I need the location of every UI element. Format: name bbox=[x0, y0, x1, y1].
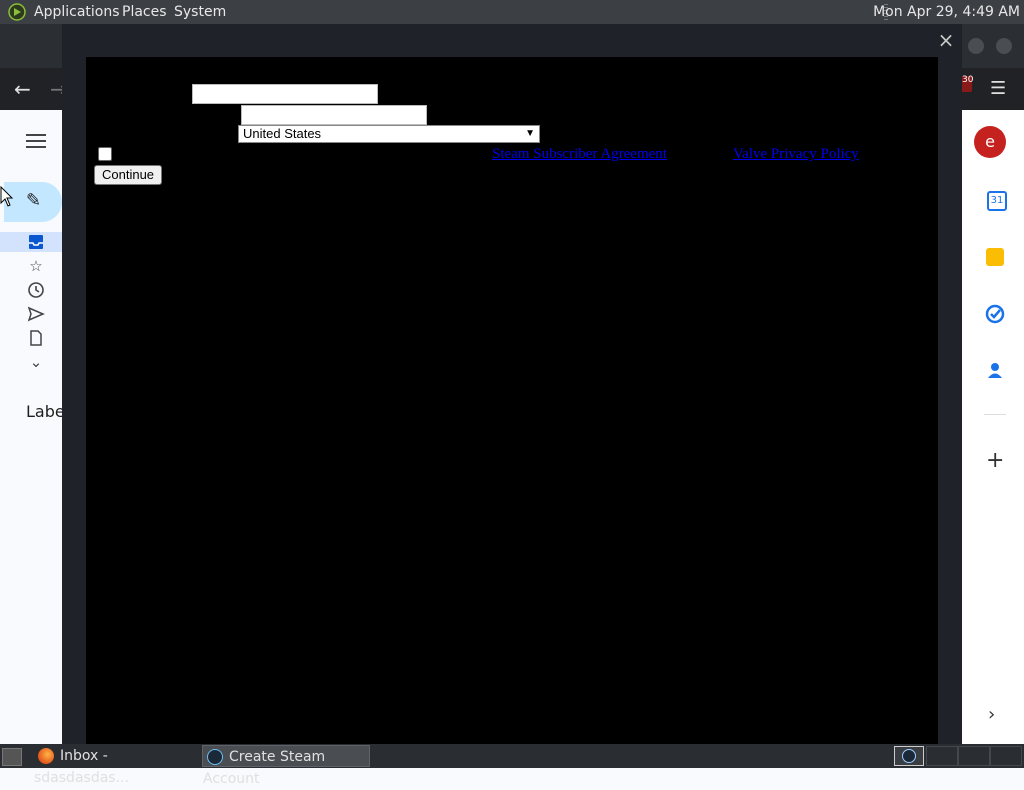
places-menu[interactable]: Places bbox=[122, 0, 167, 24]
workspace-1[interactable] bbox=[926, 746, 958, 766]
firefox-icon bbox=[38, 748, 54, 764]
back-arrow-icon[interactable]: ← bbox=[14, 78, 31, 100]
chevron-right-icon[interactable]: › bbox=[988, 704, 995, 725]
chevron-down-icon: ▼ bbox=[525, 128, 535, 139]
taskbar-item-steam[interactable]: Create Steam Account bbox=[202, 745, 370, 787]
top-panel: Applications Places System Mon Apr 29, 4… bbox=[0, 0, 1024, 24]
show-desktop-icon[interactable] bbox=[2, 748, 22, 766]
inbox-icon[interactable] bbox=[26, 232, 46, 252]
email-field[interactable] bbox=[241, 105, 427, 125]
system-logo-icon[interactable] bbox=[8, 3, 26, 21]
send-icon[interactable] bbox=[26, 304, 46, 324]
chevron-down-icon[interactable]: ⌄ bbox=[26, 352, 46, 372]
main-menu-icon[interactable] bbox=[26, 130, 46, 152]
keep-icon[interactable] bbox=[986, 248, 1004, 266]
taskbar-item-inbox[interactable]: Inbox - sdasdasdas... bbox=[34, 745, 198, 786]
applications-menu[interactable]: Applications bbox=[34, 0, 120, 24]
subscriber-agreement-link[interactable]: Steam Subscriber Agreement bbox=[492, 146, 667, 163]
extension-badge-count: 30 bbox=[962, 75, 974, 85]
system-menu[interactable]: System bbox=[174, 0, 226, 24]
rail-divider bbox=[984, 414, 1006, 415]
window-minimize-button[interactable] bbox=[968, 38, 984, 54]
calendar-icon[interactable]: 31 bbox=[987, 191, 1007, 211]
window-maximize-button[interactable] bbox=[996, 38, 1012, 54]
clock-icon[interactable] bbox=[26, 280, 46, 300]
star-icon[interactable]: ☆ bbox=[26, 256, 46, 276]
avatar[interactable]: e bbox=[974, 126, 1006, 158]
tray-steam-icon[interactable] bbox=[894, 746, 924, 766]
workspace-2[interactable] bbox=[958, 746, 990, 766]
add-icon[interactable]: + bbox=[986, 448, 1004, 473]
labels-heading: Labe bbox=[26, 402, 65, 421]
account-name-input[interactable] bbox=[192, 84, 378, 104]
steam-icon bbox=[207, 749, 223, 765]
contacts-icon[interactable] bbox=[984, 359, 1006, 381]
tasks-icon[interactable] bbox=[984, 303, 1006, 325]
privacy-policy-link[interactable]: Valve Privacy Policy bbox=[733, 146, 859, 163]
close-icon[interactable]: × bbox=[936, 30, 956, 50]
agreement-checkbox[interactable] bbox=[98, 147, 112, 161]
workspace-3[interactable] bbox=[990, 746, 1022, 766]
browser-menu-icon[interactable]: ☰ bbox=[990, 78, 1006, 99]
mouse-cursor-icon bbox=[0, 186, 14, 207]
country-select[interactable]: United States ▼ bbox=[238, 125, 540, 143]
draft-icon[interactable] bbox=[26, 328, 46, 348]
country-selected-value: United States bbox=[243, 126, 322, 141]
clock[interactable]: Mon Apr 29, 4:49 AM bbox=[873, 0, 1020, 24]
continue-button[interactable]: Continue bbox=[94, 165, 163, 185]
pencil-icon: ✎ bbox=[26, 190, 42, 211]
